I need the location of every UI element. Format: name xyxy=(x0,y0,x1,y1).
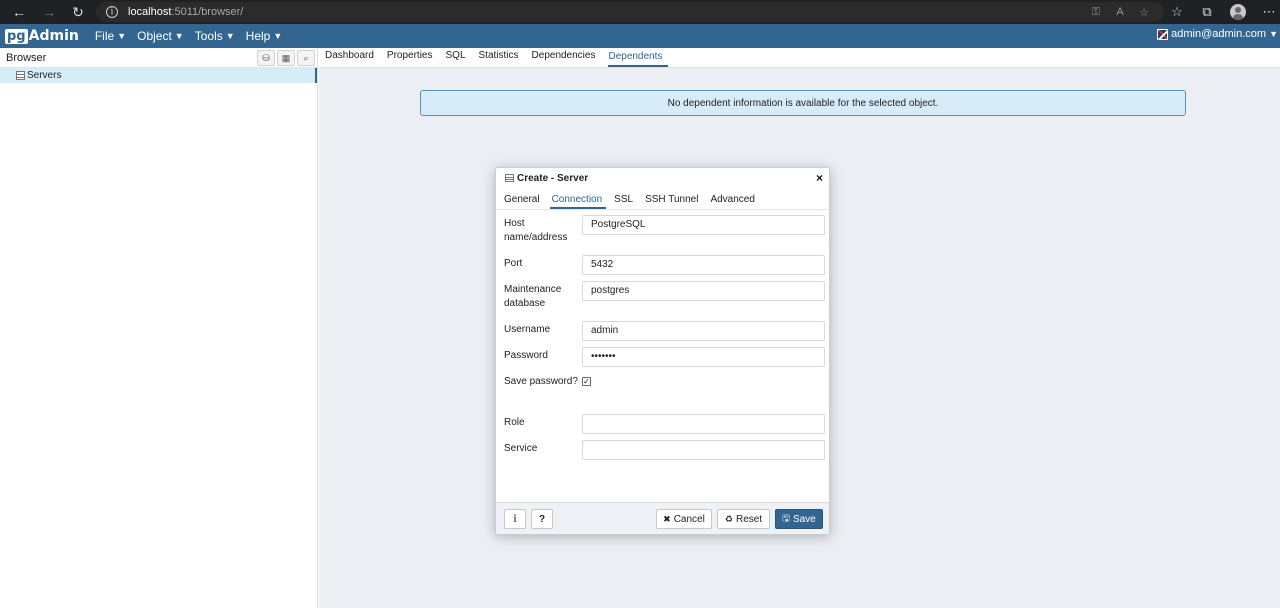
dialog-footer: i ? ✖ Cancel ♻ Reset 🖫 Save xyxy=(496,502,829,534)
app-navbar: pg Admin File ▼ Object ▼ Tools ▼ Help ▼ admin… xyxy=(0,24,1280,48)
role-input[interactable] xyxy=(582,414,825,434)
pgadmin-logo[interactable]: pg Admin xyxy=(5,28,79,44)
logo-admin: Admin xyxy=(28,28,79,44)
user-avatar-icon xyxy=(1157,28,1169,40)
query-tool-icon[interactable]: ⛁ xyxy=(257,50,275,66)
menu-object[interactable]: Object ▼ xyxy=(137,29,184,43)
chevron-down-icon: ▼ xyxy=(225,31,235,41)
service-row: Service xyxy=(504,440,826,460)
create-server-dialog: Create - Server × General Connection SSL… xyxy=(495,167,830,535)
close-icon[interactable]: × xyxy=(816,171,823,185)
tab-advanced[interactable]: Advanced xyxy=(708,194,758,209)
host-input[interactable]: PostgreSQL xyxy=(582,215,825,235)
tab-properties[interactable]: Properties xyxy=(387,47,439,67)
user-menu[interactable]: admin@admin.com ▼ xyxy=(1157,28,1278,40)
dialog-title: Create - Server xyxy=(517,172,589,184)
username-row: Username admin xyxy=(504,321,826,341)
tab-ssh-tunnel[interactable]: SSH Tunnel xyxy=(643,194,702,209)
address-bar[interactable]: i localhost:5011/browser/ xyxy=(96,2,1164,22)
tree-item-servers[interactable]: Servers xyxy=(0,68,317,83)
tab-dashboard[interactable]: Dashboard xyxy=(325,47,380,67)
view-data-icon[interactable]: ▦ xyxy=(277,50,295,66)
role-label: Role xyxy=(504,417,525,428)
floppy-disk-icon: 🖫 xyxy=(782,513,790,523)
tab-statistics[interactable]: Statistics xyxy=(479,47,525,67)
tab-dependents[interactable]: Dependents xyxy=(608,47,669,67)
password-label: Password xyxy=(504,350,548,361)
info-icon: i xyxy=(513,513,517,525)
info-alert: No dependent information is available fo… xyxy=(420,90,1186,116)
save-password-label: Save password? xyxy=(504,376,578,387)
reload-icon[interactable]: ↻ xyxy=(63,0,93,24)
key-icon[interactable]: ⚿ xyxy=(1088,4,1104,20)
browser-panel: Browser ⛁ ▦ ⌕ Servers xyxy=(0,48,318,608)
logo-pg: pg xyxy=(5,28,28,44)
cancel-button[interactable]: ✖ Cancel xyxy=(656,509,712,529)
browser-panel-tools: ⛁ ▦ ⌕ xyxy=(255,50,315,66)
role-row: Role xyxy=(504,414,826,434)
server-group-icon xyxy=(16,71,25,80)
password-row: Password ••••••• xyxy=(504,347,826,367)
reset-label: Reset xyxy=(735,513,763,525)
profile-avatar-icon[interactable] xyxy=(1230,4,1246,20)
connection-form: Host name/address PostgreSQL Port 5432 M… xyxy=(496,210,829,502)
service-label: Service xyxy=(504,443,538,454)
url-text: localhost:5011/browser/ xyxy=(128,6,244,18)
chevron-down-icon: ▼ xyxy=(117,31,127,41)
tab-ssl[interactable]: SSL xyxy=(612,194,637,209)
main-menu: File ▼ Object ▼ Tools ▼ Help ▼ xyxy=(95,29,293,43)
port-label: Port xyxy=(504,258,523,269)
recycle-icon: ♻ xyxy=(724,513,733,524)
collections-icon[interactable]: ⧉ xyxy=(1198,3,1216,21)
cancel-label: Cancel xyxy=(673,513,705,525)
favorites-icon[interactable]: ☆ xyxy=(1168,3,1186,21)
site-info-icon[interactable]: i xyxy=(106,6,118,18)
read-aloud-icon[interactable]: A xyxy=(1112,4,1128,20)
info-button[interactable]: i xyxy=(504,509,526,529)
browser-toolbar: ← → ↻ i localhost:5011/browser/ ⚿ A ☆ ☆ … xyxy=(0,0,1280,24)
port-input[interactable]: 5432 xyxy=(582,255,825,275)
maintenance-db-input[interactable]: postgres xyxy=(582,281,825,301)
reset-button[interactable]: ♻ Reset xyxy=(717,509,770,529)
main-tabs: Dashboard Properties SQL Statistics Depe… xyxy=(319,48,1280,68)
tree-item-label: Servers xyxy=(27,70,62,81)
help-icon: ? xyxy=(538,513,546,525)
menu-file[interactable]: File ▼ xyxy=(95,29,126,43)
tab-connection[interactable]: Connection xyxy=(549,194,607,209)
host-label: Host name/address xyxy=(504,218,568,243)
dialog-tabs: General Connection SSL SSH Tunnel Advanc… xyxy=(496,188,829,210)
host-row: Host name/address PostgreSQL xyxy=(504,215,826,249)
more-options-icon[interactable]: ⋯ xyxy=(1260,3,1278,21)
password-input[interactable]: ••••••• xyxy=(582,347,825,367)
maintenance-db-row: Maintenance database postgres xyxy=(504,281,826,315)
browser-panel-header: Browser ⛁ ▦ ⌕ xyxy=(0,48,317,68)
username-label: Username xyxy=(504,324,551,335)
tab-general[interactable]: General xyxy=(502,194,544,209)
port-row: Port 5432 xyxy=(504,255,826,275)
search-objects-icon[interactable]: ⌕ xyxy=(297,50,315,66)
menu-help[interactable]: Help ▼ xyxy=(246,29,283,43)
service-input[interactable] xyxy=(582,440,825,460)
chevron-down-icon: ▼ xyxy=(273,31,283,41)
browser-panel-title: Browser xyxy=(6,51,47,64)
username-input[interactable]: admin xyxy=(582,321,825,341)
chevron-down-icon: ▼ xyxy=(1269,29,1278,39)
forward-arrow-icon[interactable]: → xyxy=(34,0,64,24)
help-button[interactable]: ? xyxy=(531,509,553,529)
tab-sql[interactable]: SQL xyxy=(446,47,472,67)
maintenance-db-label: Maintenance database xyxy=(504,284,562,309)
save-password-checkbox[interactable]: ✓ xyxy=(582,377,591,386)
tab-dependencies[interactable]: Dependencies xyxy=(532,47,602,67)
close-icon: ✖ xyxy=(663,513,671,524)
favorite-star-icon[interactable]: ☆ xyxy=(1136,4,1152,20)
user-email: admin@admin.com xyxy=(1171,28,1267,40)
dialog-header[interactable]: Create - Server xyxy=(496,168,829,188)
save-button[interactable]: 🖫 Save xyxy=(775,509,823,529)
back-arrow-icon[interactable]: ← xyxy=(4,0,34,24)
server-icon xyxy=(505,174,514,182)
save-password-row: Save password? ✓ xyxy=(504,375,826,409)
save-label: Save xyxy=(792,513,816,525)
chevron-down-icon: ▼ xyxy=(174,31,184,41)
menu-tools[interactable]: Tools ▼ xyxy=(195,29,235,43)
